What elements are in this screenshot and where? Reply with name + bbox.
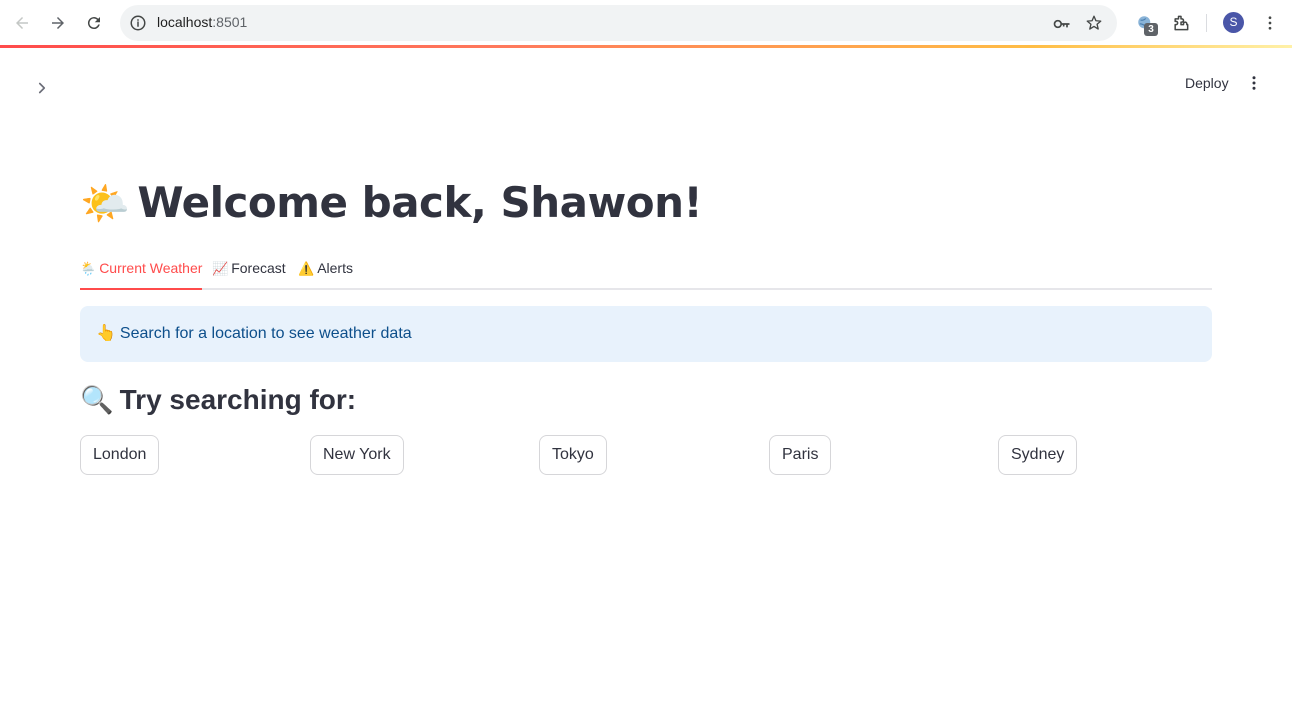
sidebar-expand-chevron-icon[interactable] [30, 76, 54, 100]
info-text: Search for a location to see weather dat… [119, 325, 412, 342]
back-icon[interactable] [10, 11, 34, 35]
forward-icon[interactable] [46, 11, 70, 35]
tab-bar: 🌦️ Current Weather 📈 Forecast ⚠️ Alerts [80, 256, 1212, 290]
page-title: 🌤️ Welcome back, Shawon! [80, 178, 703, 227]
chart-up-icon: 📈 [212, 261, 229, 276]
browser-toolbar: localhost:8501 3 S [0, 0, 1292, 46]
city-button-new-york[interactable]: New York [310, 435, 404, 475]
deploy-button[interactable]: Deploy [1176, 72, 1238, 94]
suggestions-heading: 🔍 Try searching for: [80, 384, 356, 416]
url-port: :8501 [212, 14, 248, 30]
magnifier-icon: 🔍 [80, 385, 114, 415]
city-button-tokyo[interactable]: Tokyo [539, 435, 607, 475]
tab-label: Forecast [231, 260, 286, 276]
extension-badge: 3 [1144, 23, 1158, 36]
extensions-puzzle-icon[interactable] [1169, 11, 1193, 35]
browser-menu-icon[interactable] [1258, 11, 1282, 35]
tab-label: Alerts [317, 260, 353, 276]
rain-cloud-icon: 🌦️ [80, 261, 97, 276]
warning-icon: ⚠️ [298, 261, 315, 276]
url-host: localhost [157, 14, 213, 30]
city-button-london[interactable]: London [80, 435, 160, 475]
app-decoration-bar [0, 45, 1292, 48]
toolbar-divider [1206, 14, 1207, 32]
suggestions-heading-text: Try searching for: [119, 384, 357, 415]
tab-forecast[interactable]: 📈 Forecast [212, 256, 286, 290]
city-button-sydney[interactable]: Sydney [998, 435, 1078, 475]
address-bar[interactable]: localhost:8501 [120, 5, 1117, 41]
reload-icon[interactable] [82, 11, 106, 35]
city-button-paris[interactable]: Paris [769, 435, 832, 475]
pointing-up-icon: 👆 [96, 325, 116, 342]
main-menu-icon[interactable] [1242, 72, 1266, 94]
tab-label: Current Weather [99, 260, 203, 276]
bookmark-star-icon[interactable] [1085, 14, 1103, 32]
tab-alerts[interactable]: ⚠️ Alerts [298, 256, 353, 290]
url-text: localhost:8501 [157, 14, 247, 30]
profile-avatar[interactable]: S [1223, 12, 1244, 33]
tab-current-weather[interactable]: 🌦️ Current Weather [80, 256, 203, 290]
page-title-text: Welcome back, Shawon! [137, 178, 703, 227]
site-info-icon[interactable] [129, 14, 147, 32]
info-alert: 👆 Search for a location to see weather da… [80, 306, 1212, 362]
password-key-icon[interactable] [1052, 14, 1070, 32]
sun-cloud-icon: 🌤️ [80, 181, 130, 227]
